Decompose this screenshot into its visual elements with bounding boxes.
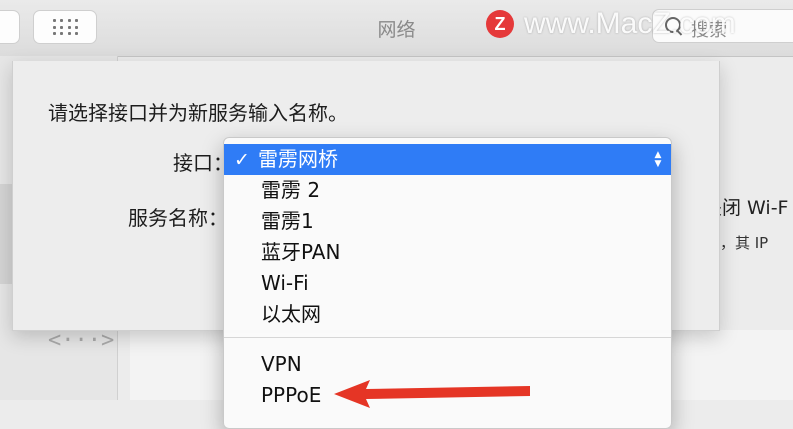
menu-item-thunderbolt-2[interactable]: 雷雳 2: [224, 175, 671, 206]
menu-item-thunderbolt-bridge[interactable]: ✓ 雷雳网桥 ▲ ▼: [224, 144, 671, 175]
menu-item-label: 雷雳 2: [261, 178, 321, 202]
ethernet-icon: <···>: [48, 328, 115, 353]
menu-item-bluetooth-pan[interactable]: 蓝牙PAN: [224, 237, 671, 268]
menu-item-label: VPN: [261, 352, 302, 376]
watermark-text: www.MacZ.com: [524, 7, 736, 40]
menu-item-label: 以太网: [261, 302, 321, 326]
watermark: Z www.MacZ.com: [486, 5, 736, 43]
menu-separator: [224, 337, 671, 338]
sheet-prompt: 请选择接口并为新服务输入名称。: [48, 101, 348, 125]
sidebar-selection: [0, 184, 12, 284]
menu-item-label: 雷雳网桥: [258, 147, 338, 171]
service-name-label: 服务名称：: [128, 206, 228, 230]
menu-item-label: 雷雳1: [261, 209, 314, 233]
menu-item-thunderbolt-1[interactable]: 雷雳1: [224, 206, 671, 237]
menu-item-ethernet[interactable]: 以太网: [224, 299, 671, 330]
annotation-arrow-icon: [334, 380, 530, 408]
checkmark-icon: ✓: [234, 149, 250, 171]
menu-item-label: PPPoE: [261, 383, 322, 407]
popup-stepper-icon: ▲ ▼: [654, 149, 662, 169]
watermark-logo: Z: [486, 10, 514, 38]
menu-item-label: 蓝牙PAN: [261, 240, 341, 264]
menu-item-label: Wi-Fi: [261, 271, 309, 295]
menu-item-wifi[interactable]: Wi-Fi: [224, 268, 671, 299]
